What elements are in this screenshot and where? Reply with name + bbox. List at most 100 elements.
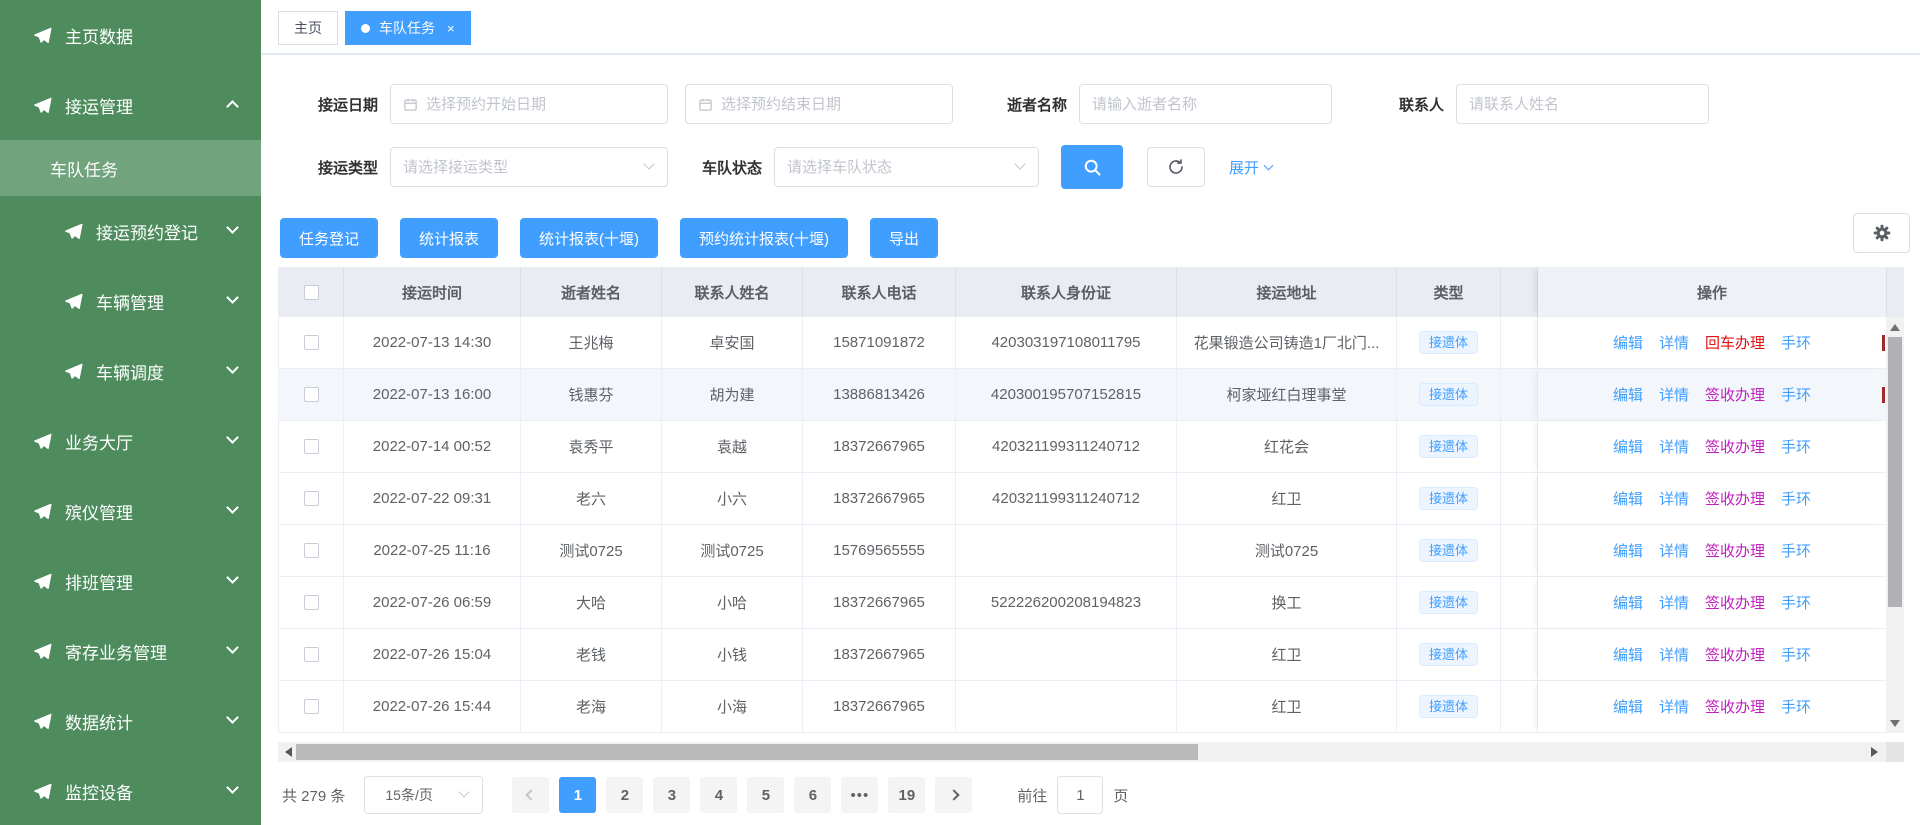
action-link[interactable]: 签收办理: [1705, 696, 1765, 717]
sidebar-item-1[interactable]: 主页数据: [0, 0, 261, 70]
scroll-right-button[interactable]: [1866, 742, 1882, 762]
page-button[interactable]: 1: [559, 777, 596, 813]
action-link[interactable]: 编辑: [1613, 384, 1643, 405]
row-checkbox[interactable]: [304, 699, 319, 714]
action-link[interactable]: 签收办理: [1705, 592, 1765, 613]
more-pages-button[interactable]: •••: [841, 777, 878, 813]
column-settings-button[interactable]: [1853, 213, 1910, 253]
next-page-button[interactable]: [935, 777, 972, 813]
action-link[interactable]: 签收办理: [1705, 436, 1765, 457]
row-checkbox[interactable]: [304, 491, 319, 506]
row-checkbox[interactable]: [304, 387, 319, 402]
transfer-type-select[interactable]: [390, 147, 668, 187]
action-link[interactable]: 详情: [1659, 436, 1689, 457]
date-end-input[interactable]: [713, 96, 952, 113]
row-checkbox[interactable]: [304, 595, 319, 610]
action-link[interactable]: 手环: [1781, 436, 1811, 457]
refresh-button[interactable]: [1147, 147, 1205, 187]
sidebar-item-7[interactable]: 业务大厅: [0, 406, 261, 476]
action-link[interactable]: 编辑: [1613, 488, 1643, 509]
action-link[interactable]: 手环: [1781, 540, 1811, 561]
contact-name-field[interactable]: [1456, 84, 1709, 124]
action-link[interactable]: 编辑: [1613, 644, 1643, 665]
fleet-status-select[interactable]: [774, 147, 1039, 187]
page-button[interactable]: 6: [794, 777, 831, 813]
tab-2[interactable]: 车队任务×: [345, 11, 471, 45]
vertical-scrollbar-thumb[interactable]: [1888, 337, 1902, 607]
action-link[interactable]: 手环: [1781, 384, 1811, 405]
action-link[interactable]: 编辑: [1613, 696, 1643, 717]
close-icon[interactable]: ×: [447, 22, 455, 35]
row-checkbox[interactable]: [304, 543, 319, 558]
sidebar-item-6[interactable]: 车辆调度: [0, 336, 261, 406]
action-link[interactable]: 手环: [1781, 696, 1811, 717]
deceased-name-field[interactable]: [1079, 84, 1332, 124]
action-link[interactable]: 详情: [1659, 332, 1689, 353]
goto-page-input[interactable]: [1057, 776, 1103, 814]
contact-name-input[interactable]: [1457, 96, 1708, 113]
cell-actions: 编辑详情回车办理手环: [1538, 317, 1887, 368]
action-link[interactable]: 签收办理: [1705, 540, 1765, 561]
sidebar-item-10[interactable]: 寄存业务管理: [0, 616, 261, 686]
horizontal-scrollbar[interactable]: [278, 742, 1904, 762]
page-button[interactable]: 5: [747, 777, 784, 813]
action-link[interactable]: 回车办理: [1705, 332, 1765, 353]
prev-page-button[interactable]: [512, 777, 549, 813]
action-link[interactable]: 手环: [1781, 332, 1811, 353]
action-link[interactable]: 详情: [1659, 592, 1689, 613]
row-checkbox[interactable]: [304, 335, 319, 350]
toolbar-button-3[interactable]: 统计报表(十堰): [520, 218, 658, 258]
toolbar-button-5[interactable]: 导出: [870, 218, 938, 258]
action-link[interactable]: 详情: [1659, 384, 1689, 405]
page-button[interactable]: 4: [700, 777, 737, 813]
action-link[interactable]: 编辑: [1613, 540, 1643, 561]
date-start-input[interactable]: [418, 96, 667, 113]
action-link[interactable]: 签收办理: [1705, 488, 1765, 509]
row-checkbox[interactable]: [304, 439, 319, 454]
date-end-field[interactable]: [685, 84, 953, 124]
scroll-down-button[interactable]: [1886, 715, 1904, 731]
sidebar-item-5[interactable]: 车辆管理: [0, 266, 261, 336]
horizontal-scrollbar-thumb[interactable]: [296, 744, 1198, 760]
sidebar-item-3[interactable]: 车队任务: [0, 140, 261, 196]
action-link[interactable]: 详情: [1659, 644, 1689, 665]
action-link[interactable]: 详情: [1659, 540, 1689, 561]
toolbar-button-2[interactable]: 统计报表: [400, 218, 498, 258]
tab-1[interactable]: 主页: [278, 11, 338, 45]
action-link[interactable]: 编辑: [1613, 332, 1643, 353]
page-size-select[interactable]: 15条/页: [364, 776, 483, 814]
vertical-scrollbar[interactable]: [1886, 317, 1904, 733]
sidebar-item-11[interactable]: 数据统计: [0, 686, 261, 756]
page-button[interactable]: 19: [888, 777, 925, 813]
select-all-checkbox[interactable]: [304, 285, 319, 300]
fleet-status-input[interactable]: [775, 159, 1038, 176]
row-checkbox[interactable]: [304, 647, 319, 662]
sidebar-item-4[interactable]: 接运预约登记: [0, 196, 261, 266]
action-link[interactable]: 详情: [1659, 696, 1689, 717]
sidebar-item-2[interactable]: 接运管理: [0, 70, 261, 140]
scroll-up-button[interactable]: [1886, 319, 1904, 335]
action-link[interactable]: 详情: [1659, 488, 1689, 509]
deceased-name-input[interactable]: [1080, 96, 1331, 113]
action-link[interactable]: 手环: [1781, 644, 1811, 665]
sidebar-item-9[interactable]: 排班管理: [0, 546, 261, 616]
action-link[interactable]: 手环: [1781, 592, 1811, 613]
action-link[interactable]: 编辑: [1613, 436, 1643, 457]
transfer-type-input[interactable]: [391, 159, 667, 176]
sidebar-item-12[interactable]: 监控设备: [0, 756, 261, 825]
toolbar-button-1[interactable]: 任务登记: [280, 218, 378, 258]
cell-time: 2022-07-13 14:30: [344, 317, 521, 368]
scroll-left-button[interactable]: [280, 742, 296, 762]
toolbar-button-4[interactable]: 预约统计报表(十堰): [680, 218, 848, 258]
page-button[interactable]: 2: [606, 777, 643, 813]
action-link[interactable]: 签收办理: [1705, 644, 1765, 665]
expand-link[interactable]: 展开: [1229, 157, 1272, 178]
action-link[interactable]: 签收办理: [1705, 384, 1765, 405]
sidebar-item-8[interactable]: 殡仪管理: [0, 476, 261, 546]
page-button[interactable]: 3: [653, 777, 690, 813]
action-link[interactable]: 编辑: [1613, 592, 1643, 613]
search-button[interactable]: [1061, 145, 1123, 189]
action-link[interactable]: 手环: [1781, 488, 1811, 509]
date-start-field[interactable]: [390, 84, 668, 124]
sidebar-menu: 主页数据接运管理车队任务接运预约登记车辆管理车辆调度业务大厅殡仪管理排班管理寄存…: [0, 0, 261, 825]
